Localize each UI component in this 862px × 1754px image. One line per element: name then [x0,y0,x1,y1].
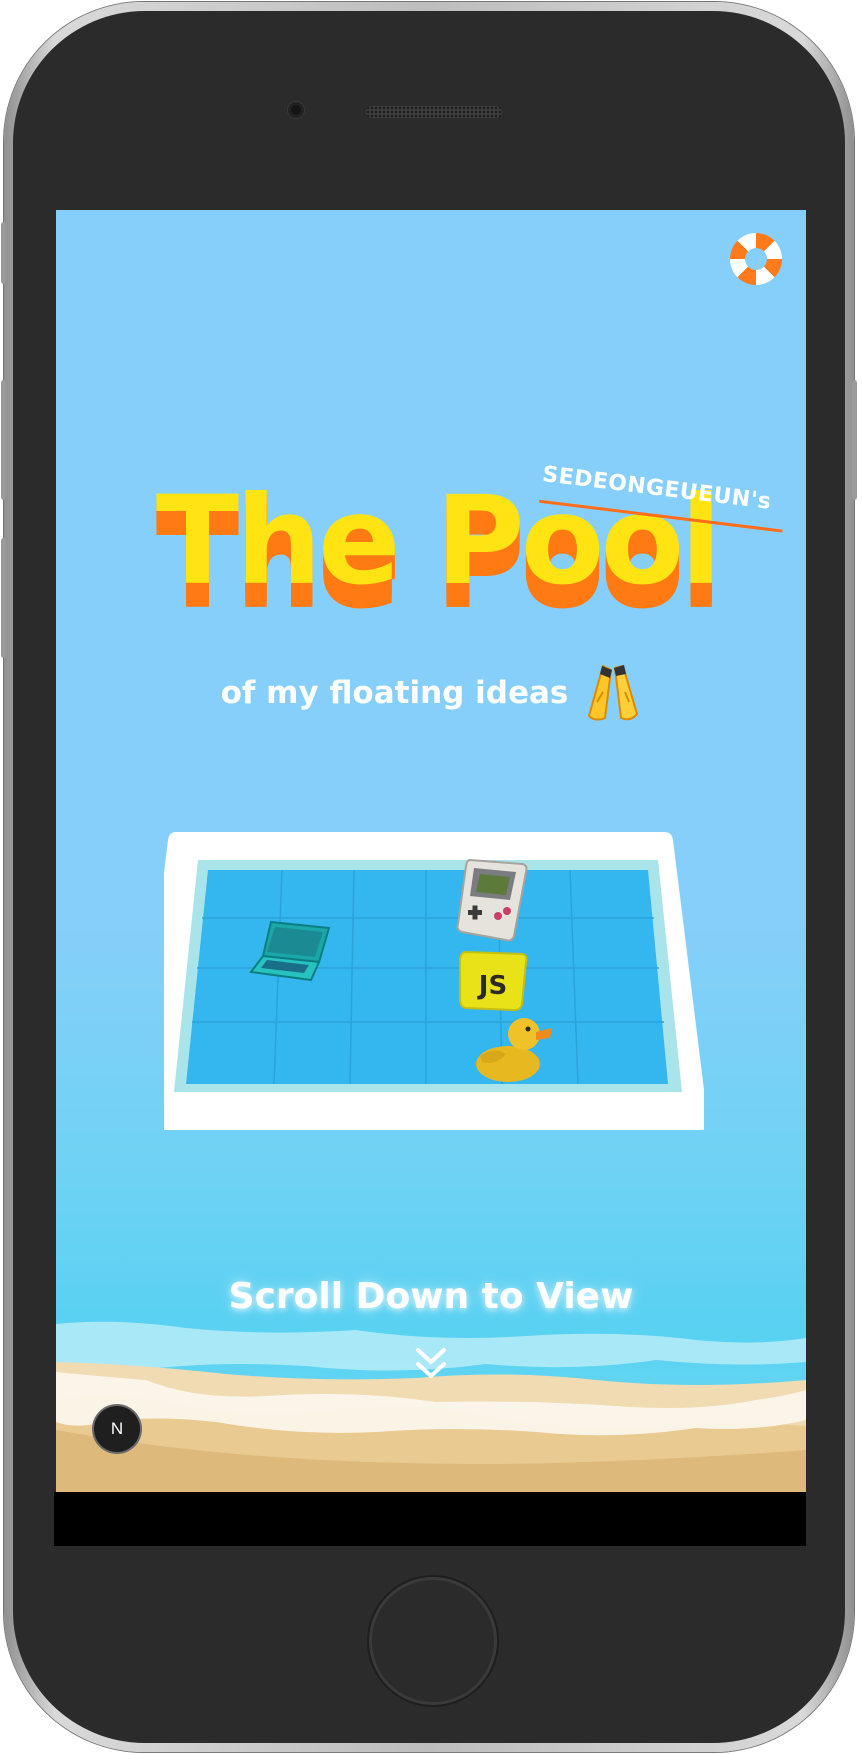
gameboy-icon[interactable] [454,856,534,944]
page-subtitle: of my floating ideas [220,675,569,711]
home-button[interactable] [369,1577,497,1705]
phone-mute-switch [1,222,6,284]
dev-tools-badge[interactable]: N [94,1406,140,1452]
earpiece-speaker [366,106,502,118]
app-screen: The Pool SEDEONGEUEUN's of my floating i… [56,210,806,1492]
front-camera [288,102,304,118]
rubber-duck-icon[interactable] [470,1010,556,1086]
phone-volume-up [1,380,6,500]
swim-fins-icon [588,664,639,721]
phone-volume-down [1,538,6,658]
phone-power-button [852,380,857,500]
lifebuoy-icon[interactable] [730,233,782,285]
scroll-down-label[interactable]: Scroll Down to View [56,1276,806,1317]
js-icon-label: JS [477,971,507,1001]
bottom-black-bar [54,1492,806,1546]
laptop-icon[interactable] [249,918,335,988]
subtitle-row: of my floating ideas [56,662,806,724]
js-icon[interactable]: JS [456,948,530,1014]
double-chevron-down-icon[interactable] [412,1344,450,1384]
